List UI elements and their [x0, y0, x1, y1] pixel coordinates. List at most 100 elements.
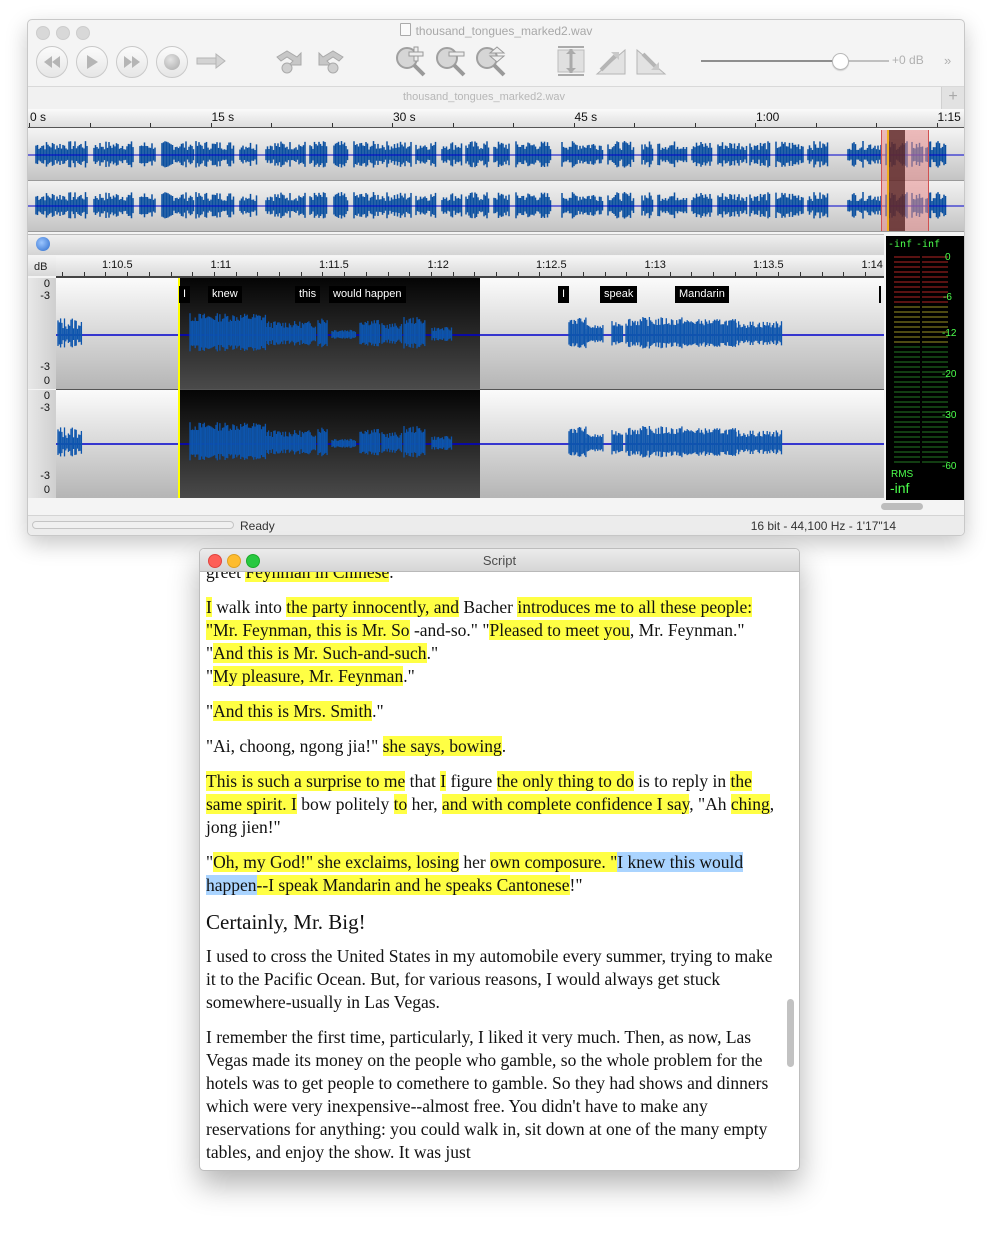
- highlighted-text[interactable]: ching: [730, 794, 770, 814]
- detail-tick: [387, 272, 389, 276]
- play-button[interactable]: [76, 46, 108, 78]
- highlighted-text[interactable]: own composure. ": [490, 852, 618, 872]
- meter-scale-label: 0: [945, 252, 951, 263]
- volume-slider[interactable]: [701, 60, 889, 62]
- highlighted-text[interactable]: And this is Mr. Such-and-such: [213, 643, 427, 663]
- fast-forward-button[interactable]: [116, 46, 148, 78]
- highlighted-text[interactable]: This is such a surprise to me: [206, 771, 406, 791]
- text-run[interactable]: walk into: [212, 597, 286, 617]
- redo-button[interactable]: [314, 45, 348, 77]
- highlighted-text[interactable]: to: [393, 794, 408, 814]
- zoom-in-button[interactable]: [394, 45, 428, 77]
- audio-editor-window: thousand_tongues_marked2.wav +0 dB » tho…: [27, 19, 965, 536]
- overview-waveform-left: [28, 141, 964, 168]
- detail-tick: [170, 272, 172, 276]
- highlighted-text[interactable]: the party innocently, and: [286, 597, 460, 617]
- undo-button[interactable]: [272, 45, 306, 77]
- text-run[interactable]: .": [372, 701, 384, 721]
- meter-segment: [922, 356, 948, 358]
- fade-out-button[interactable]: [634, 45, 668, 77]
- volume-slider-knob[interactable]: [832, 53, 850, 70]
- zoom-fit-button[interactable]: [474, 45, 508, 77]
- meter-segment: [894, 271, 920, 273]
- meter-segment: [894, 301, 920, 303]
- highlighted-text[interactable]: Oh, my God!" she exclaims, losing: [213, 852, 459, 872]
- text-run[interactable]: "Ai, choong, ngong jia!": [206, 736, 383, 756]
- text-run[interactable]: Bacher: [459, 597, 517, 617]
- overview-track-left[interactable]: [28, 130, 964, 181]
- highlighted-text[interactable]: --I speak Mandarin and he speaks Cantone…: [256, 875, 570, 895]
- highlighted-text[interactable]: My pleasure, Mr. Feynman: [213, 666, 404, 686]
- text-run[interactable]: her,: [407, 794, 442, 814]
- text-run[interactable]: , "Ah: [689, 794, 731, 814]
- detail-tick: [344, 272, 346, 276]
- text-run[interactable]: , Mr. Feynman.": [630, 620, 745, 640]
- add-tab-button[interactable]: +: [941, 87, 964, 109]
- word-marker[interactable]: this: [295, 286, 321, 303]
- detail-waveform-right: [56, 422, 884, 461]
- text-run[interactable]: I remember the first time, particularly,…: [206, 1027, 768, 1162]
- horizontal-scrollbar-thumb[interactable]: [881, 503, 923, 510]
- word-marker[interactable]: Mandarin: [675, 286, 729, 303]
- meter-scale-label: -12: [942, 328, 957, 339]
- fit-vertical-button[interactable]: [554, 45, 588, 77]
- meter-segment: [894, 441, 920, 443]
- detail-timeline-ruler[interactable]: 1:10.5 1:11 1:11.5 1:12 1:12.5 1:13 1:13.5 1:14: [56, 256, 910, 278]
- word-marker[interactable]: I: [179, 286, 191, 303]
- script-paragraph: I used to cross the United States in my …: [206, 945, 778, 1014]
- meter-segment: [894, 361, 920, 363]
- text-run[interactable]: !": [570, 875, 583, 895]
- zoom-out-button[interactable]: [434, 45, 468, 77]
- meter-segment: [922, 391, 948, 393]
- window-title: thousand_tongues_marked2.wav: [28, 23, 964, 38]
- tab-file[interactable]: thousand_tongues_marked2.wav: [28, 91, 940, 103]
- go-to-button[interactable]: [194, 45, 228, 77]
- toolbar-overflow-button[interactable]: »: [944, 53, 951, 68]
- text-run[interactable]: .": [403, 666, 415, 686]
- meter-segment: [894, 256, 920, 258]
- text-run[interactable]: -and-so." ": [410, 620, 490, 640]
- word-marker[interactable]: would happen: [329, 286, 406, 303]
- overview-track-right[interactable]: [28, 181, 964, 232]
- highlighted-text[interactable]: Pleased to meet you: [489, 620, 630, 640]
- text-run[interactable]: bow politely: [297, 794, 394, 814]
- overview-tick: [452, 123, 454, 127]
- fade-out-icon: [636, 48, 667, 75]
- script-text[interactable]: greet Feynman in Chinese. I walk into the…: [206, 561, 778, 1170]
- detail-tick-label: 1:12.5: [536, 259, 567, 271]
- record-button[interactable]: [156, 46, 188, 78]
- highlighted-text[interactable]: and with complete confidence I say: [442, 794, 690, 814]
- meter-segment: [894, 331, 920, 333]
- rms-value: -inf: [890, 480, 910, 496]
- overview-tick: [513, 123, 514, 127]
- text-run[interactable]: .": [427, 643, 439, 663]
- meter-segment: [894, 341, 920, 343]
- text-run[interactable]: figure: [446, 771, 497, 791]
- meter-segment: [894, 456, 920, 458]
- word-marker[interactable]: I: [558, 286, 570, 303]
- meter-segment: [922, 396, 948, 398]
- highlighted-text[interactable]: And this is Mrs. Smith: [213, 701, 373, 721]
- text-run[interactable]: her: [459, 852, 490, 872]
- meter-segment: [894, 406, 920, 408]
- overview-visible-range[interactable]: [881, 130, 929, 231]
- meter-segment: [894, 366, 920, 368]
- highlighted-text[interactable]: she says, bowing: [382, 736, 502, 756]
- word-marker[interactable]: knew: [208, 286, 242, 303]
- overview-tick: [876, 123, 877, 127]
- meter-segment: [922, 436, 948, 438]
- track-globe-icon[interactable]: [36, 237, 50, 251]
- text-run[interactable]: .: [502, 736, 506, 756]
- rewind-button[interactable]: [36, 46, 68, 78]
- highlighted-text[interactable]: the only thing to do: [496, 771, 634, 791]
- word-marker[interactable]: speak: [600, 286, 638, 303]
- text-run[interactable]: is to reply in: [634, 771, 731, 791]
- playback-cursor[interactable]: [178, 278, 180, 498]
- overview-timeline-ruler[interactable]: 0 s 15 s 30 s 45 s 1:00 1:15: [28, 109, 964, 128]
- script-paragraph: "Oh, my God!" she exclaims, losing her o…: [206, 851, 778, 897]
- text-run[interactable]: Certainly, Mr. Big!: [206, 910, 366, 934]
- text-run[interactable]: I used to cross the United States in my …: [206, 946, 772, 1012]
- vertical-scrollbar-thumb[interactable]: [787, 999, 794, 1067]
- text-run[interactable]: that: [405, 771, 440, 791]
- fade-in-button[interactable]: [594, 45, 628, 77]
